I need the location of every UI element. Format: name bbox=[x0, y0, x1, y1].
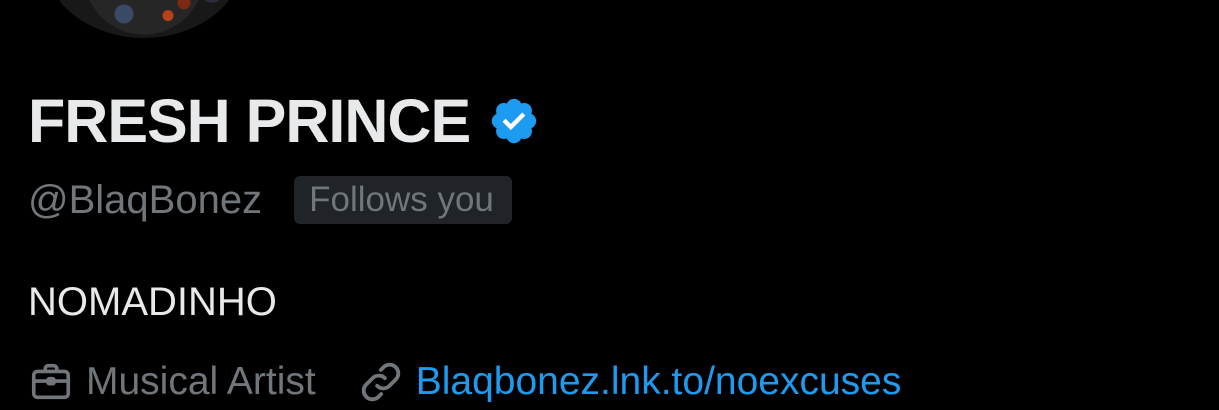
link-icon bbox=[358, 359, 404, 405]
handle-row: @BlaqBonez Follows you bbox=[28, 172, 512, 228]
display-name: FRESH PRINCE bbox=[28, 87, 471, 155]
profile-website-link[interactable]: Blaqbonez.lnk.to/noexcuses bbox=[358, 356, 902, 408]
user-handle: @BlaqBonez bbox=[28, 178, 263, 222]
briefcase-icon bbox=[28, 359, 74, 405]
profile-meta-row: Musical Artist Blaqbonez.lnk.to/noexcuse… bbox=[28, 356, 901, 408]
profile-avatar[interactable] bbox=[44, 0, 244, 38]
profile-name-row: FRESH PRINCE bbox=[28, 84, 540, 158]
follows-you-badge: Follows you bbox=[294, 176, 512, 224]
profile-category: Musical Artist bbox=[86, 360, 316, 403]
profile-website-url[interactable]: Blaqbonez.lnk.to/noexcuses bbox=[416, 356, 902, 408]
profile-bio: NOMADINHO bbox=[28, 280, 277, 324]
verified-check-icon[interactable] bbox=[488, 95, 540, 147]
